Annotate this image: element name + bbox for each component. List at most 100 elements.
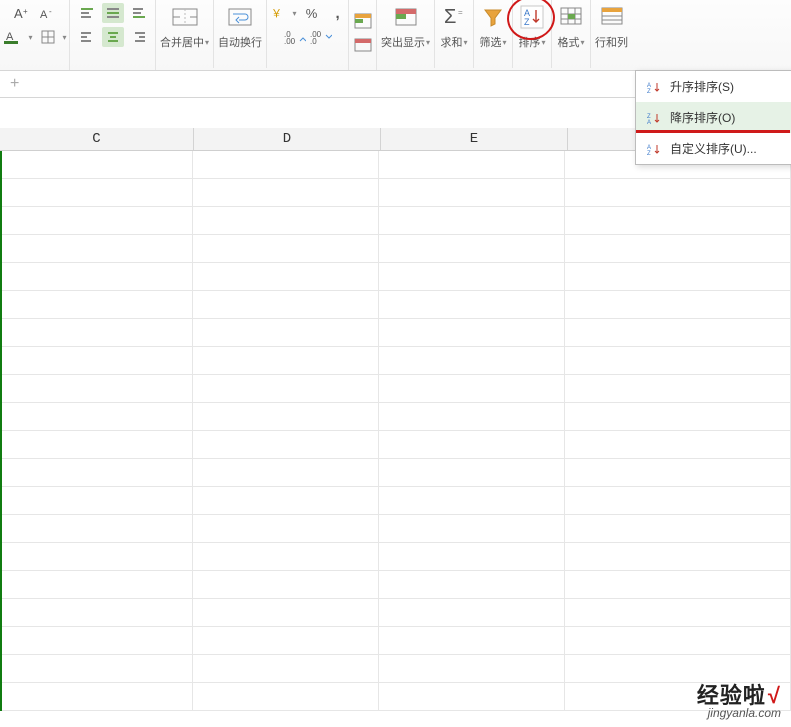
cell[interactable] xyxy=(379,515,565,542)
cell[interactable] xyxy=(193,347,379,374)
cell[interactable] xyxy=(0,179,193,206)
font-color-icon[interactable]: A xyxy=(2,27,24,47)
cell[interactable] xyxy=(379,571,565,598)
table-row[interactable] xyxy=(0,543,791,571)
cell[interactable] xyxy=(565,655,791,682)
border-icon[interactable] xyxy=(37,27,59,47)
cell[interactable] xyxy=(193,207,379,234)
cell[interactable] xyxy=(565,179,791,206)
table-row[interactable] xyxy=(0,403,791,431)
cell[interactable] xyxy=(565,599,791,626)
dropdown-arrow-icon[interactable]: ▾ xyxy=(464,38,468,47)
cell[interactable] xyxy=(0,655,193,682)
cell[interactable] xyxy=(0,683,193,710)
align-right-icon[interactable] xyxy=(128,27,150,47)
cell[interactable] xyxy=(193,487,379,514)
dropdown-arrow-icon[interactable]: ▾ xyxy=(293,9,297,18)
cell[interactable] xyxy=(379,431,565,458)
dropdown-arrow-icon[interactable]: ▾ xyxy=(205,38,209,47)
cell[interactable] xyxy=(379,683,565,710)
cell-style-icon[interactable] xyxy=(352,35,374,55)
cell[interactable] xyxy=(0,319,193,346)
column-header-d[interactable]: D xyxy=(194,128,381,150)
percent-icon[interactable]: % xyxy=(301,3,323,23)
table-row[interactable] xyxy=(0,291,791,319)
cell[interactable] xyxy=(0,431,193,458)
cell[interactable] xyxy=(0,487,193,514)
cell[interactable] xyxy=(565,263,791,290)
highlight-button[interactable]: 突出显示▾ xyxy=(377,0,435,68)
cond-format-mini[interactable] xyxy=(349,0,377,70)
sort-button[interactable]: AZ 排序▾ xyxy=(513,0,552,68)
cell[interactable] xyxy=(193,375,379,402)
sort-custom-item[interactable]: AZ 自定义排序(U)... xyxy=(636,133,791,164)
cell[interactable] xyxy=(193,151,379,178)
decrease-font-icon[interactable]: A- xyxy=(37,3,59,23)
cell[interactable] xyxy=(379,263,565,290)
cell[interactable] xyxy=(379,291,565,318)
align-bottom-icon[interactable] xyxy=(128,3,150,23)
cell[interactable] xyxy=(193,655,379,682)
row-column-button[interactable]: 行和列 xyxy=(591,0,632,68)
merge-cells-button[interactable]: 合并居中▾ xyxy=(156,0,214,68)
wrap-text-button[interactable]: 自动换行 xyxy=(214,0,267,68)
cell[interactable] xyxy=(193,599,379,626)
cell[interactable] xyxy=(379,487,565,514)
currency-icon[interactable]: ￥ xyxy=(267,3,289,23)
cell[interactable] xyxy=(565,235,791,262)
dropdown-arrow-icon[interactable]: ▾ xyxy=(581,38,585,47)
cell[interactable] xyxy=(379,375,565,402)
cell[interactable] xyxy=(0,375,193,402)
filter-button[interactable]: 筛选▾ xyxy=(474,0,513,68)
align-middle-icon[interactable] xyxy=(102,3,124,23)
sort-descending-item[interactable]: ZA 降序排序(O) xyxy=(636,102,791,133)
table-row[interactable] xyxy=(0,207,791,235)
format-button[interactable]: 格式▾ xyxy=(552,0,591,68)
cell[interactable] xyxy=(379,235,565,262)
align-center-icon[interactable] xyxy=(102,27,124,47)
table-row[interactable] xyxy=(0,599,791,627)
cell[interactable] xyxy=(0,571,193,598)
cell[interactable] xyxy=(565,207,791,234)
table-row[interactable] xyxy=(0,627,791,655)
cell[interactable] xyxy=(193,515,379,542)
cell[interactable] xyxy=(379,627,565,654)
cell[interactable] xyxy=(0,207,193,234)
table-row[interactable] xyxy=(0,179,791,207)
spreadsheet-grid[interactable] xyxy=(0,151,791,711)
cell[interactable] xyxy=(565,375,791,402)
sum-button[interactable]: Σ= 求和▾ xyxy=(435,0,474,68)
table-row[interactable] xyxy=(0,571,791,599)
cell[interactable] xyxy=(379,599,565,626)
cell[interactable] xyxy=(379,319,565,346)
table-row[interactable] xyxy=(0,683,791,711)
decrease-decimal-icon[interactable]: .00.0 xyxy=(310,27,332,47)
dropdown-arrow-icon[interactable]: ▾ xyxy=(426,38,430,47)
cell[interactable] xyxy=(0,235,193,262)
cell[interactable] xyxy=(565,347,791,374)
cell[interactable] xyxy=(193,459,379,486)
cell[interactable] xyxy=(193,571,379,598)
cell[interactable] xyxy=(193,431,379,458)
cell[interactable] xyxy=(565,431,791,458)
cell[interactable] xyxy=(379,403,565,430)
table-row[interactable] xyxy=(0,515,791,543)
increase-decimal-icon[interactable]: .0.00 xyxy=(284,27,306,47)
cond-format-icon[interactable] xyxy=(352,11,374,31)
sort-ascending-item[interactable]: AZ 升序排序(S) xyxy=(636,71,791,102)
cell[interactable] xyxy=(565,543,791,570)
cell[interactable] xyxy=(193,263,379,290)
cell[interactable] xyxy=(379,459,565,486)
align-top-icon[interactable] xyxy=(76,3,98,23)
align-left-icon[interactable] xyxy=(76,27,98,47)
cell[interactable] xyxy=(193,627,379,654)
column-header-e[interactable]: E xyxy=(381,128,568,150)
dropdown-arrow-icon[interactable]: ▾ xyxy=(63,33,67,42)
cell[interactable] xyxy=(379,179,565,206)
table-row[interactable] xyxy=(0,319,791,347)
cell[interactable] xyxy=(0,151,193,178)
cell[interactable] xyxy=(565,459,791,486)
table-row[interactable] xyxy=(0,235,791,263)
cell[interactable] xyxy=(193,683,379,710)
table-row[interactable] xyxy=(0,375,791,403)
